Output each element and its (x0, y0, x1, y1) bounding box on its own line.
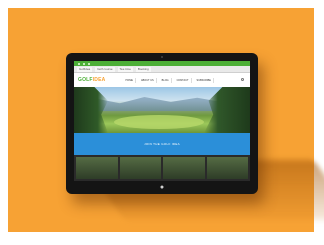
window-maximize-dot[interactable] (88, 62, 90, 65)
banner-text: JOIN THE GOLF IDEA (144, 142, 180, 146)
window-minimize-dot[interactable] (83, 62, 85, 65)
window-close-dot[interactable] (78, 62, 80, 65)
nav-item-home[interactable]: HOME (123, 77, 136, 83)
gallery-thumb[interactable] (76, 157, 118, 179)
hero-image (74, 87, 250, 133)
monitor: Golfidea Golf course Tee time Booking GO… (66, 53, 258, 194)
main-nav: HOME ABOUT US BLOG CONTACT SUBSCRIBE (123, 77, 214, 83)
hero-trees-left (74, 87, 108, 133)
screen: Golfidea Golf course Tee time Booking GO… (74, 61, 250, 181)
gallery-thumb[interactable] (163, 157, 205, 179)
browser-tabs: Golfidea Golf course Tee time Booking (74, 66, 250, 73)
nav-item-contact[interactable]: CONTACT (175, 77, 192, 83)
logo-text-accent: IDEA (92, 77, 106, 83)
nav-item-blog[interactable]: BLOG (160, 77, 172, 83)
camera-dot (161, 56, 163, 58)
nav-item-about[interactable]: ABOUT US (139, 77, 157, 83)
cta-banner[interactable]: JOIN THE GOLF IDEA (74, 133, 250, 155)
gallery-thumb[interactable] (206, 157, 248, 179)
hero-fairway (114, 115, 204, 129)
browser-tab[interactable]: Golf course (95, 66, 115, 72)
apple-logo-icon: ● (159, 184, 165, 191)
browser-tab[interactable]: Booking (135, 66, 151, 72)
gallery-thumb[interactable] (119, 157, 161, 179)
logo-text-main: GOLF (78, 77, 93, 83)
browser-tab[interactable]: Tee time (117, 66, 133, 72)
site-logo[interactable]: GOLFIDEA (78, 77, 105, 83)
site-header: GOLFIDEA HOME ABOUT US BLOG CONTACT SUBS… (74, 73, 250, 87)
nav-item-subscribe[interactable]: SUBSCRIBE (195, 77, 214, 83)
search-icon[interactable] (241, 78, 244, 81)
browser-tab[interactable]: Golfidea (77, 66, 93, 72)
photo-gallery (74, 155, 250, 181)
